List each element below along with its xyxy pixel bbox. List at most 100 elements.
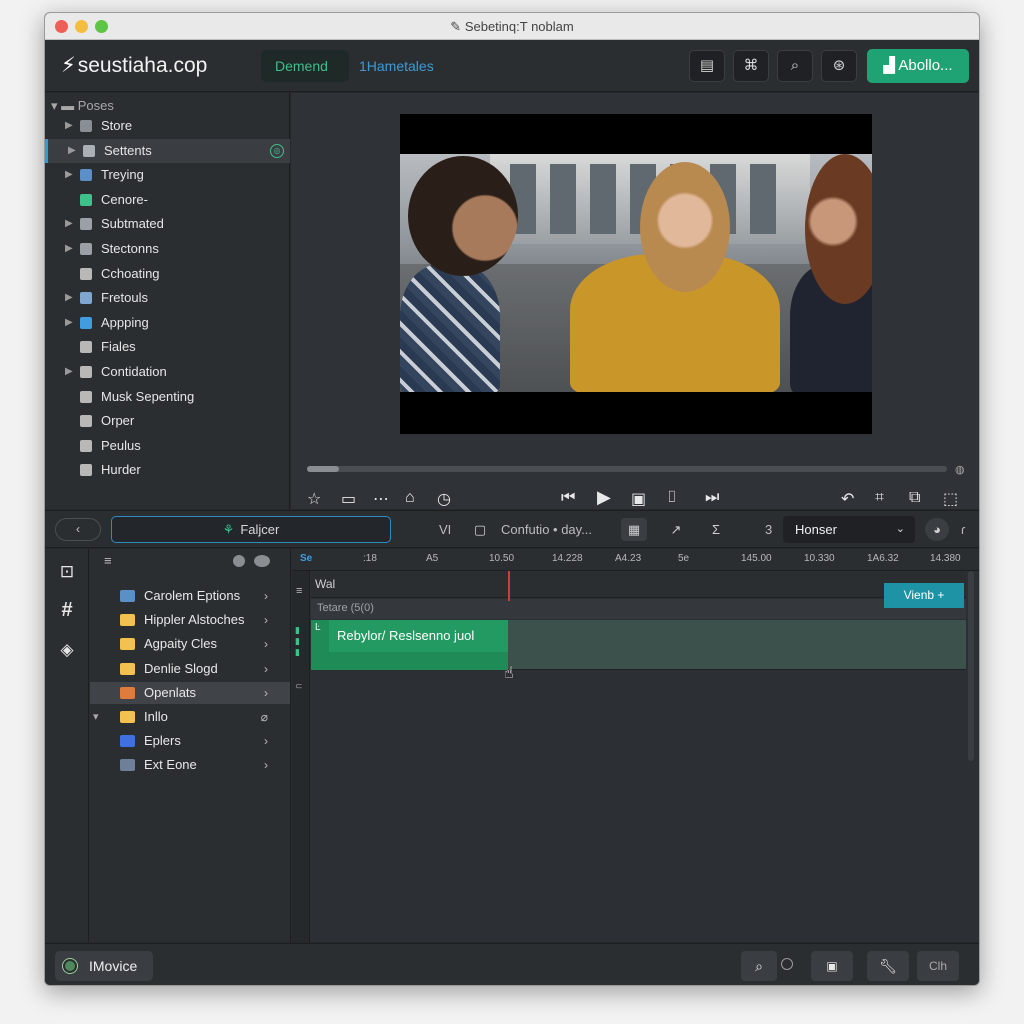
- play-icon[interactable]: ▶: [597, 487, 611, 508]
- browser-item[interactable]: Ext Eone ›: [90, 754, 290, 776]
- library-icon[interactable]: ⊡: [56, 561, 78, 583]
- browser-item-label: Inllo: [144, 709, 168, 724]
- segment-demend[interactable]: Demend: [261, 50, 349, 82]
- browser-item[interactable]: Openlats ›: [90, 681, 290, 704]
- more-icon[interactable]: ⋯: [373, 489, 389, 509]
- video-frame-image: [400, 154, 872, 392]
- chevron-right-icon[interactable]: ›: [264, 682, 268, 704]
- skip-back-icon[interactable]: ⏮: [561, 489, 575, 507]
- grid-icon[interactable]: #: [56, 599, 78, 621]
- more-label[interactable]: ɾ: [961, 522, 965, 537]
- pin-icon[interactable]: ⌀: [261, 706, 268, 728]
- timeline-scrollbar[interactable]: [968, 571, 974, 761]
- search-input[interactable]: ⚘ Faljcer: [111, 516, 391, 543]
- browser-item[interactable]: Carolem Eptions ›: [90, 585, 290, 607]
- sidebar-item[interactable]: ▶ Treying: [45, 163, 290, 187]
- preset-select[interactable]: Honser ⌄: [783, 516, 915, 543]
- sidebar-item[interactable]: ▶ Stectonns: [45, 237, 290, 261]
- caption-button-icon[interactable]: ▣: [811, 951, 853, 981]
- chevron-right-icon[interactable]: ▶: [65, 212, 73, 236]
- video-clip[interactable]: Ŀ Rebylor/ Reslsenno juol: [311, 620, 508, 670]
- sidebar-header[interactable]: ▾ ▬ Poses: [51, 98, 114, 114]
- sidebar-item[interactable]: Hurder: [45, 458, 290, 482]
- apply-button[interactable]: ▟ Abollo...: [867, 49, 969, 83]
- zoom-search-icon[interactable]: ⌕: [741, 951, 777, 981]
- chevron-right-icon[interactable]: ›: [264, 633, 268, 655]
- chevron-right-icon[interactable]: ▶: [65, 114, 73, 138]
- cli-button[interactable]: Clh: [917, 951, 959, 981]
- sigma-icon[interactable]: Σ: [703, 518, 729, 541]
- video-preview[interactable]: [400, 114, 872, 434]
- trim-icon[interactable]: ⌷: [667, 489, 677, 507]
- wrench-icon[interactable]: 🔧︎: [867, 951, 909, 981]
- chevron-right-icon[interactable]: ▶: [65, 163, 73, 187]
- skip-forward-icon[interactable]: ⏭: [705, 489, 719, 507]
- sidebar-item[interactable]: ▶ Settents ◎: [45, 138, 290, 163]
- fullscreen-icon[interactable]: ⬚: [943, 489, 958, 509]
- track-link-icon[interactable]: ⊂: [295, 681, 303, 692]
- chevron-right-icon[interactable]: ▶: [65, 311, 73, 335]
- record-icon[interactable]: [781, 958, 793, 970]
- timeline-ruler[interactable]: Se:18 A5 10.50 14.228 A4.23 5e 145.00 10.330 1A6…: [292, 549, 979, 571]
- browser-item[interactable]: Hippler Alstoches ›: [90, 609, 290, 631]
- search-icon[interactable]: ⌕: [777, 50, 813, 82]
- info-icon[interactable]: [233, 555, 245, 567]
- crop-icon[interactable]: ⌗: [875, 489, 884, 507]
- chevron-right-icon[interactable]: ▶: [68, 139, 76, 163]
- chevron-right-icon[interactable]: ›: [264, 609, 268, 631]
- track-menu-icon[interactable]: ≡: [296, 585, 302, 597]
- timer-icon[interactable]: ◷: [437, 489, 451, 509]
- chevron-right-icon[interactable]: ›: [264, 730, 268, 752]
- bell-icon[interactable]: ◕: [925, 518, 949, 541]
- undo-icon[interactable]: ↶: [841, 489, 854, 509]
- sidebar-item[interactable]: ▶ Fretouls: [45, 286, 290, 310]
- caption-icon[interactable]: ▣: [631, 489, 646, 509]
- menu-icon[interactable]: ≡: [104, 553, 112, 568]
- sidebar-item[interactable]: Fiales: [45, 335, 290, 359]
- share-icon[interactable]: ⧉: [909, 489, 920, 507]
- chevron-right-icon[interactable]: ▶: [65, 360, 73, 384]
- folder-icon: ▬: [61, 98, 78, 113]
- sidebar-item[interactable]: ▶ Contidation: [45, 360, 290, 384]
- sidebar-item[interactable]: Musk Sepenting: [45, 385, 290, 409]
- tag-icon[interactable]: ⌘: [733, 50, 769, 82]
- chevron-down-icon[interactable]: ▾: [93, 706, 99, 728]
- chevron-right-icon[interactable]: ▶: [65, 237, 73, 261]
- track-audio-icon[interactable]: ▮ ▮ ▮: [295, 625, 305, 665]
- browser-item[interactable]: ▾ Inllo ⌀: [90, 706, 290, 728]
- app-switcher[interactable]: IMovice: [55, 951, 153, 981]
- sidebar-item[interactable]: Cenore-: [45, 188, 290, 212]
- context-label[interactable]: Confutio • day...: [501, 522, 592, 537]
- document-icon[interactable]: ▤: [689, 50, 725, 82]
- sidebar-item[interactable]: Cchoating: [45, 262, 290, 286]
- sync-icon[interactable]: ◎: [270, 143, 284, 158]
- home-icon[interactable]: ⌂: [405, 489, 415, 507]
- browser-item[interactable]: Denlie Slogd ›: [90, 658, 290, 680]
- playback-scrubber[interactable]: [307, 466, 947, 472]
- settings-icon[interactable]: ⊛: [821, 50, 857, 82]
- browser-item[interactable]: Agpaity Cles ›: [90, 633, 290, 655]
- sidebar-item[interactable]: Orper: [45, 409, 290, 433]
- scrubber-handle-icon[interactable]: ◍: [955, 463, 965, 476]
- chevron-right-icon[interactable]: ›: [264, 658, 268, 680]
- segment-hametales[interactable]: 1Hametales: [349, 50, 448, 82]
- media-icon[interactable]: ▢: [467, 518, 493, 541]
- chevron-right-icon[interactable]: ›: [264, 585, 268, 607]
- star-icon[interactable]: ☆: [307, 489, 321, 509]
- sidebar-item[interactable]: ▶ Store: [45, 114, 290, 138]
- toggle-icon[interactable]: [254, 555, 270, 567]
- calendar-icon[interactable]: ▦: [621, 518, 647, 541]
- chevron-right-icon[interactable]: ›: [264, 754, 268, 776]
- chevron-right-icon[interactable]: ▶: [65, 286, 73, 310]
- sidebar-item[interactable]: ▶ Appping: [45, 311, 290, 335]
- back-button[interactable]: ‹: [55, 518, 101, 541]
- browser-item[interactable]: Eplers ›: [90, 730, 290, 752]
- frame-icon[interactable]: ▭: [341, 489, 356, 509]
- view-button[interactable]: Vienb +: [884, 583, 964, 608]
- sidebar-item[interactable]: Peulus: [45, 434, 290, 458]
- arrow-icon[interactable]: ↗: [663, 518, 689, 541]
- browser-item-label: Carolem Eptions: [144, 588, 241, 603]
- compass-icon[interactable]: ◈: [56, 639, 78, 661]
- playhead[interactable]: [508, 571, 510, 601]
- sidebar-item[interactable]: ▶ Subtmated: [45, 212, 290, 236]
